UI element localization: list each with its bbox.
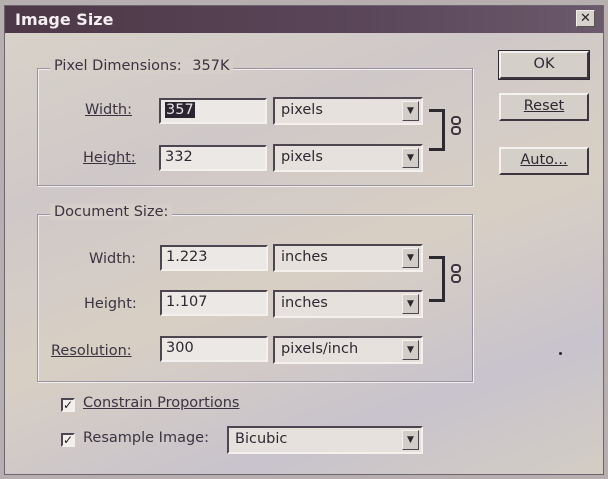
doc-height-field[interactable]: 1.107 [160, 290, 268, 316]
pixel-height-value: 332 [165, 149, 193, 165]
image-size-dialog: Image Size ✕ Pixel Dimensions: 357K Widt… [4, 5, 604, 475]
ok-button[interactable]: OK [498, 50, 590, 80]
reset-button[interactable]: Reset [499, 93, 589, 121]
pixel-height-unit-select[interactable]: pixels ▼ [273, 144, 423, 172]
auto-button[interactable]: Auto... [499, 147, 589, 175]
resolution-value: 300 [166, 340, 194, 356]
pixel-dimensions-label: Pixel Dimensions: [54, 58, 182, 74]
chevron-down-icon[interactable]: ▼ [402, 430, 419, 450]
pixel-height-label: Height: [83, 150, 136, 166]
pixel-height-unit: pixels [281, 149, 323, 165]
doc-height-value: 1.107 [166, 294, 208, 310]
resample-method-select[interactable]: Bicubic ▼ [227, 426, 423, 454]
doc-width-value: 1.223 [166, 249, 208, 265]
resample-image-text: Resample Image: [83, 430, 209, 446]
constrain-proportions-text: Constrain Proportions [83, 395, 240, 411]
chain-link-top [451, 116, 461, 125]
resolution-label: Resolution: [51, 343, 132, 359]
pixel-dimensions-legend: Pixel Dimensions: 357K [50, 58, 234, 74]
doc-height-unit: inches [281, 295, 328, 311]
document-chain-link-icon [451, 264, 463, 294]
pixel-link-bracket [429, 109, 445, 151]
dialog-title: Image Size [15, 10, 114, 29]
pixel-width-unit: pixels [281, 102, 323, 118]
auto-button-label: Auto... [520, 152, 568, 168]
pixel-height-field[interactable]: 332 [159, 145, 267, 171]
constrain-proportions-checkbox[interactable]: ✓ [61, 398, 75, 412]
close-icon[interactable]: ✕ [576, 10, 595, 27]
pixel-dimensions-size: 357K [192, 58, 230, 74]
chain-link-bottom [451, 126, 461, 135]
resolution-unit-select[interactable]: pixels/inch ▼ [273, 336, 423, 364]
reset-button-label: Reset [523, 98, 565, 114]
resample-image-label[interactable]: Resample Image: [83, 430, 209, 446]
chevron-down-icon[interactable]: ▼ [402, 340, 419, 360]
chevron-down-icon[interactable]: ▼ [402, 294, 419, 314]
chevron-down-icon[interactable]: ▼ [402, 101, 419, 121]
doc-height-unit-select[interactable]: inches ▼ [273, 290, 423, 318]
checkmark-icon: ✓ [63, 398, 74, 412]
chain-link-top [451, 264, 461, 273]
chain-link-bottom [451, 274, 461, 283]
chevron-down-icon[interactable]: ▼ [402, 148, 419, 168]
doc-width-unit: inches [281, 249, 328, 265]
checkmark-icon: ✓ [63, 433, 74, 447]
doc-width-label: Width: [89, 251, 137, 267]
constrain-proportions-label[interactable]: Constrain Proportions [83, 395, 239, 411]
document-link-bracket [429, 256, 445, 302]
speck [559, 352, 562, 355]
resolution-unit: pixels/inch [281, 341, 359, 357]
pixel-width-label: Width: [85, 102, 133, 118]
resolution-field[interactable]: 300 [160, 336, 268, 362]
pixel-chain-link-icon [451, 116, 463, 146]
doc-height-label: Height: [84, 296, 137, 312]
resample-image-checkbox[interactable]: ✓ [61, 433, 75, 447]
title-bar[interactable]: Image Size ✕ [5, 6, 603, 33]
doc-width-unit-select[interactable]: inches ▼ [273, 244, 423, 272]
pixel-height-label-text: Height: [83, 150, 136, 166]
resample-method: Bicubic [235, 431, 288, 447]
pixel-width-unit-select[interactable]: pixels ▼ [273, 97, 423, 125]
document-size-legend: Document Size: [50, 204, 173, 220]
chevron-down-icon[interactable]: ▼ [402, 248, 419, 268]
pixel-width-field[interactable]: 357 [159, 98, 267, 124]
doc-width-field[interactable]: 1.223 [160, 245, 268, 271]
pixel-width-value: 357 [165, 102, 195, 118]
